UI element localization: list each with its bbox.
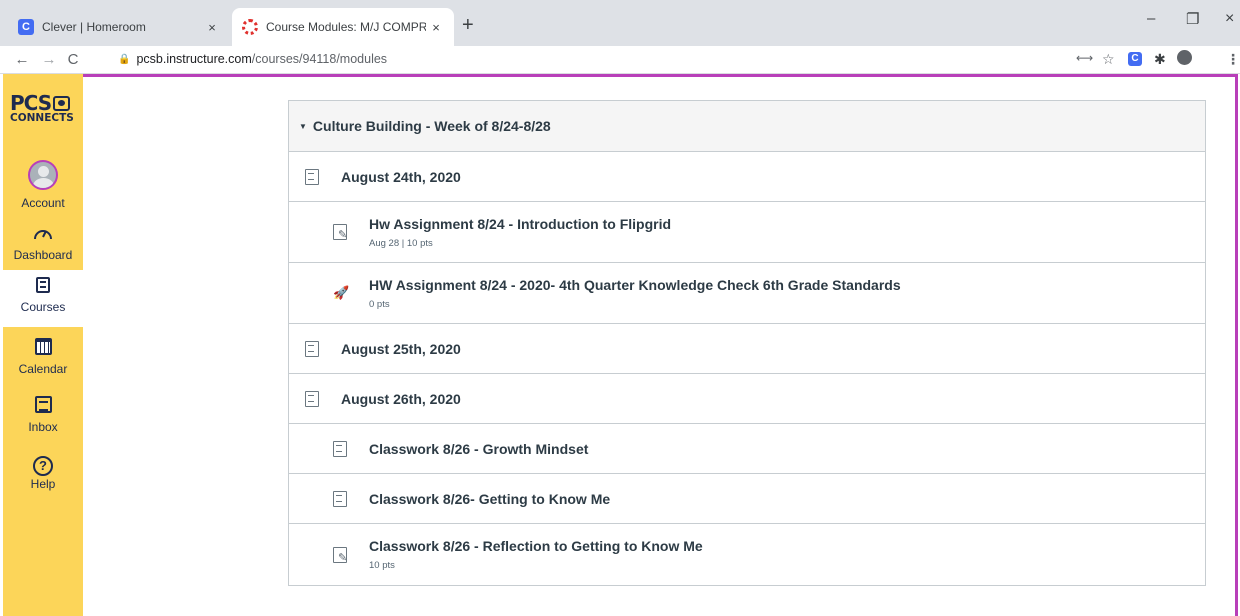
document-icon <box>333 440 347 457</box>
window-close-icon[interactable]: × <box>1225 10 1234 28</box>
help-icon: ? <box>3 453 83 476</box>
module-subheader: August 24th, 2020 <box>289 152 1205 202</box>
tab-clever[interactable]: C Clever | Homeroom × <box>8 8 230 46</box>
tab-title: Clever | Homeroom <box>42 20 146 34</box>
nav-label: Courses <box>20 300 66 314</box>
module-item-link[interactable]: HW Assignment 8/24 - 2020- 4th Quarter K… <box>369 277 901 293</box>
document-icon <box>305 168 319 185</box>
tab-close-icon[interactable]: × <box>426 20 446 35</box>
nav-dashboard[interactable]: Dashboard <box>3 224 83 262</box>
url-path: /courses/94118/modules <box>251 52 388 66</box>
pcs-connects-logo[interactable]: PCS CONNECTS <box>10 91 80 124</box>
module-item[interactable]: 🚀 HW Assignment 8/24 - 2020- 4th Quarter… <box>289 263 1205 324</box>
module-title: Culture Building - Week of 8/24-8/28 <box>312 118 551 134</box>
nav-account[interactable]: Account <box>3 160 83 210</box>
translate-icon[interactable]: ⟷ <box>1076 51 1093 65</box>
bookmark-star-icon[interactable]: ☆ <box>1102 51 1115 68</box>
nav-help[interactable]: ? Help <box>3 453 83 491</box>
module-item-meta: 0 pts <box>369 298 390 310</box>
module-item-link[interactable]: Classwork 8/26 - Reflection to Getting t… <box>369 538 703 554</box>
module-item-link[interactable]: Classwork 8/26- Getting to Know Me <box>369 491 610 507</box>
logo-monitor-icon <box>53 96 71 111</box>
forward-icon[interactable]: → <box>38 51 60 68</box>
extensions-puzzle-icon[interactable]: ✱ <box>1154 51 1166 68</box>
assignment-icon <box>333 224 347 243</box>
restore-icon[interactable]: ❐ <box>1186 10 1199 28</box>
account-avatar-icon <box>28 160 58 190</box>
subheader-title: August 26th, 2020 <box>341 390 461 407</box>
tab-course-modules[interactable]: Course Modules: M/J COMPRE SC × <box>232 8 454 46</box>
minimize-icon[interactable]: – <box>1147 10 1155 27</box>
document-icon <box>305 340 319 357</box>
nav-courses[interactable]: Courses <box>3 270 83 327</box>
browser-tabstrip: C Clever | Homeroom × Course Modules: M/… <box>0 0 1240 46</box>
module-item-link[interactable]: Hw Assignment 8/24 - Introduction to Fli… <box>369 216 671 232</box>
lock-icon: 🔒 <box>118 53 131 65</box>
nav-label: Account <box>21 196 65 210</box>
module-item-meta: Aug 28 | 10 pts <box>369 237 433 249</box>
courses-book-icon <box>3 276 83 298</box>
collapse-caret-icon[interactable]: ▼ <box>299 122 307 131</box>
nav-label: Help <box>30 477 56 491</box>
url-host: pcsb.instructure.com <box>136 52 252 66</box>
tab-close-icon[interactable]: × <box>202 20 222 35</box>
subheader-title: August 25th, 2020 <box>341 340 461 357</box>
nav-label: Inbox <box>28 420 58 434</box>
profile-avatar-icon[interactable] <box>1177 50 1192 65</box>
clever-favicon-icon: C <box>18 19 34 35</box>
document-icon <box>333 490 347 507</box>
module-item[interactable]: Classwork 8/26- Getting to Know Me <box>289 474 1205 524</box>
module-header[interactable]: ▼ Culture Building - Week of 8/24-8/28 <box>289 101 1205 152</box>
nav-label: Dashboard <box>13 248 73 262</box>
module-item[interactable]: Classwork 8/26 - Reflection to Getting t… <box>289 524 1205 585</box>
calendar-icon <box>3 338 83 360</box>
global-navigation: PCS CONNECTS Account Dashboard Courses C… <box>3 74 83 616</box>
canvas-favicon-icon <box>242 19 258 35</box>
assignment-icon <box>333 546 347 566</box>
clever-extension-icon[interactable]: C <box>1128 52 1142 66</box>
logo-text: PCS <box>10 91 52 115</box>
back-icon[interactable]: ← <box>11 51 33 68</box>
nav-label: Calendar <box>18 362 68 376</box>
dashboard-gauge-icon <box>3 224 83 246</box>
chrome-menu-icon[interactable]: ⋮ <box>1226 51 1240 68</box>
module-item[interactable]: Hw Assignment 8/24 - Introduction to Fli… <box>289 202 1205 263</box>
inbox-icon <box>3 396 83 418</box>
document-icon <box>305 390 319 407</box>
logo-subtext: CONNECTS <box>10 112 74 124</box>
reload-icon[interactable]: C <box>62 51 84 68</box>
subheader-title: August 24th, 2020 <box>341 168 461 185</box>
module-item[interactable]: Classwork 8/26 - Growth Mindset <box>289 424 1205 474</box>
quiz-rocket-icon: 🚀 <box>333 285 350 300</box>
browser-toolbar: ← → C 🔒 pcsb.instructure.com/courses/941… <box>0 46 1240 74</box>
module-subheader: August 25th, 2020 <box>289 324 1205 374</box>
tab-title: Course Modules: M/J COMPRE SC <box>266 20 426 34</box>
context-module: ▼ Culture Building - Week of 8/24-8/28 A… <box>288 100 1206 586</box>
nav-calendar[interactable]: Calendar <box>3 338 83 376</box>
module-item-meta: 10 pts <box>369 560 395 571</box>
new-tab-button[interactable]: + <box>462 14 474 37</box>
address-bar[interactable]: 🔒 pcsb.instructure.com/courses/94118/mod… <box>118 52 387 66</box>
module-subheader: August 26th, 2020 <box>289 374 1205 424</box>
nav-inbox[interactable]: Inbox <box>3 396 83 434</box>
module-item-link[interactable]: Classwork 8/26 - Growth Mindset <box>369 441 588 457</box>
